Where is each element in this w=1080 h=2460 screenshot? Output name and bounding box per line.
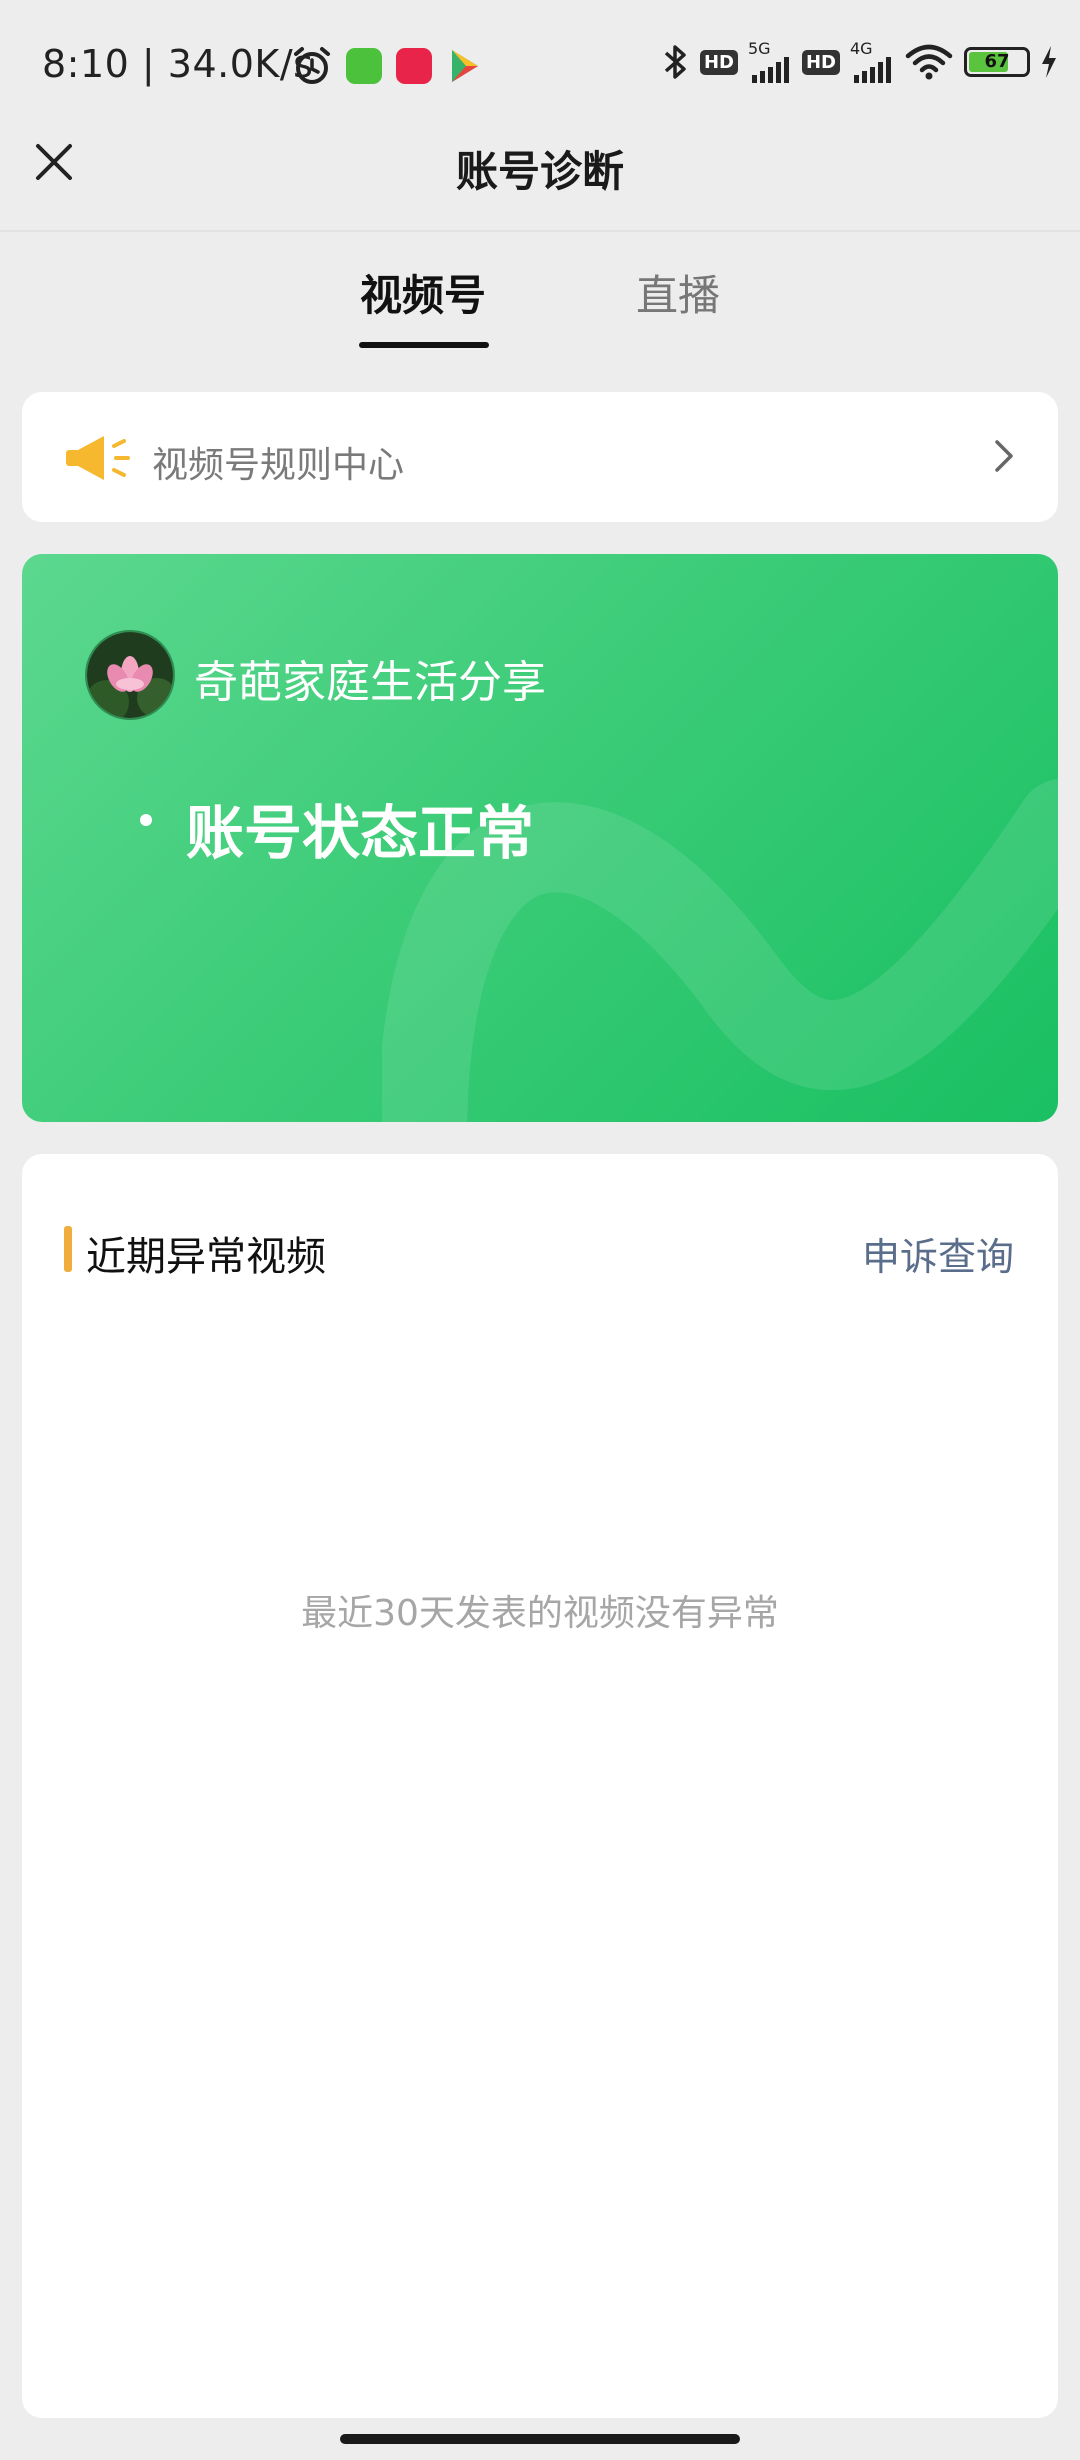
recent-abnormal-card: 近期异常视频 申诉查询 最近30天发表的视频没有异常 — [22, 1154, 1058, 2418]
hd-badge: HD — [699, 49, 738, 75]
app-green-icon — [346, 48, 382, 84]
decorative-curve — [382, 779, 1058, 1122]
megaphone-icon — [66, 436, 130, 480]
status-right-group: HD 5G HD 4G 67 — [662, 40, 1058, 84]
alarm-icon — [294, 47, 330, 84]
app-red-icon — [396, 48, 432, 84]
net-4g-label: 4G — [850, 39, 873, 58]
account-status-card: 奇葩家庭生活分享 账号状态正常 — [22, 554, 1058, 1122]
account-name: 奇葩家庭生活分享 — [194, 657, 546, 708]
signal-bars-icon — [854, 57, 891, 83]
signal-bars-icon — [751, 57, 789, 83]
avatar — [85, 630, 175, 720]
account-status-text: 账号状态正常 — [186, 799, 535, 867]
tab-live[interactable]: 直播 — [636, 262, 720, 323]
home-indicator[interactable] — [340, 2434, 740, 2444]
empty-state-message: 最近30天发表的视频没有异常 — [301, 1593, 779, 1634]
signal-4g: 4G — [850, 41, 894, 83]
appeal-query-link[interactable]: 申诉查询 — [862, 1226, 1014, 1281]
charging-icon — [1042, 46, 1056, 78]
status-bullet — [140, 814, 152, 826]
signal-5g: 5G — [748, 41, 792, 83]
active-tab-indicator — [359, 342, 489, 348]
net-5g-label: 5G — [747, 39, 771, 58]
recent-abnormal-title: 近期异常视频 — [86, 1234, 326, 1280]
bluetooth-icon — [664, 45, 686, 79]
chevron-right-icon — [995, 440, 1013, 472]
rules-center-label: 视频号规则中心 — [152, 445, 405, 486]
status-bar: 8:10 | 34.0K/s HD 5G HD 4G 67 — [0, 0, 1080, 130]
section-title-bar — [64, 1226, 72, 1272]
tab-video-channel[interactable]: 视频号 — [360, 262, 486, 323]
battery-icon: 67 — [964, 47, 1030, 77]
rules-center-entry[interactable]: 视频号规则中心 — [22, 392, 1058, 522]
lotus-avatar-image — [87, 632, 173, 718]
play-store-icon — [452, 50, 478, 82]
status-time: 8:10 | 34.0K/s — [42, 42, 314, 86]
wifi-icon — [905, 44, 953, 80]
hd-badge: HD — [801, 49, 840, 75]
nav-divider — [0, 230, 1080, 232]
battery-level: 67 — [984, 51, 1010, 72]
page-title: 账号诊断 — [455, 147, 624, 196]
